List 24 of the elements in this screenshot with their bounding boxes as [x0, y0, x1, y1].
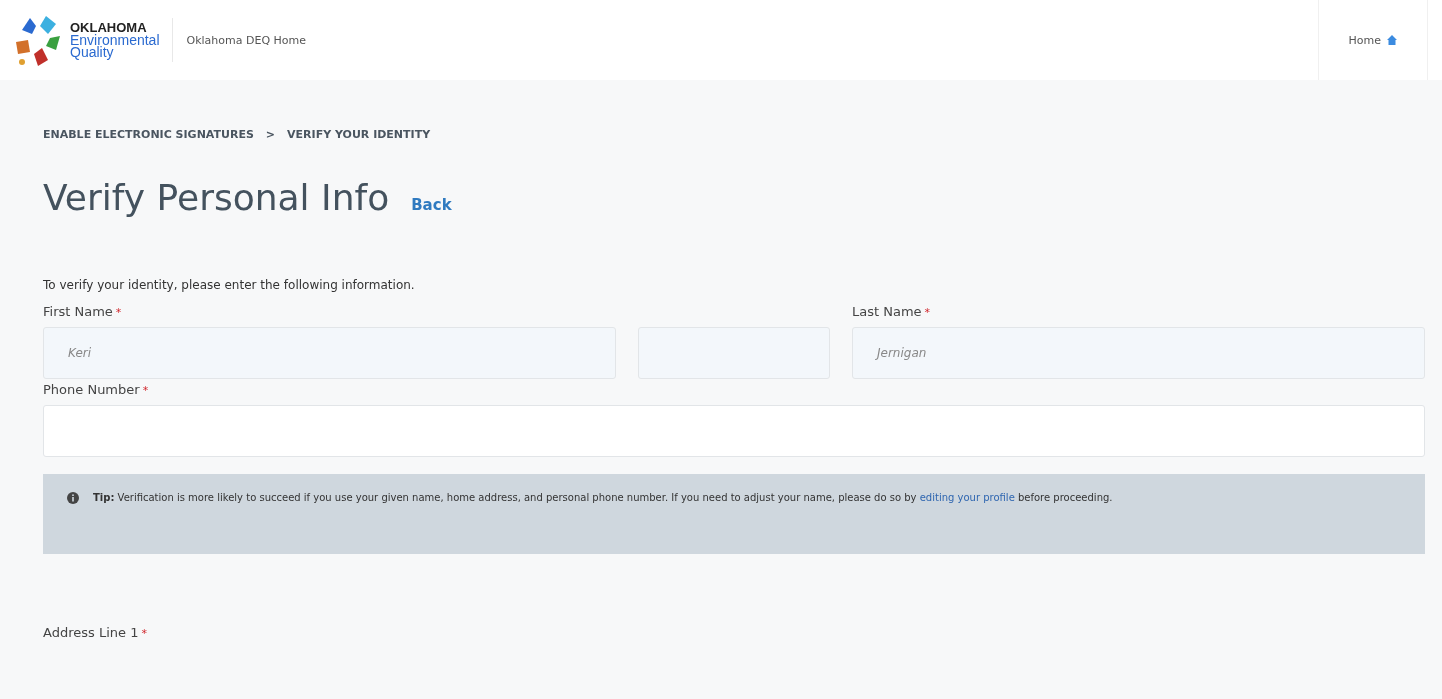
logo-text: Environmental	[70, 34, 160, 46]
field-label: Last Name	[852, 304, 922, 319]
info-icon	[67, 492, 79, 504]
edit-profile-link[interactable]: editing your profile	[919, 492, 1015, 503]
logo-text: OKLAHOMA	[70, 22, 147, 34]
breadcrumb-item[interactable]: ENABLE ELECTRONIC SIGNATURES	[43, 128, 254, 141]
field-label: Address Line 1	[43, 625, 139, 640]
home-icon	[1387, 35, 1397, 45]
breadcrumb-separator: >	[265, 128, 276, 141]
back-link[interactable]: Back	[411, 196, 452, 214]
field-label: First Name	[43, 304, 113, 319]
logo-text: Quality	[70, 46, 114, 58]
phone-field[interactable]	[43, 405, 1425, 457]
breadcrumb-item[interactable]: VERIFY YOUR IDENTITY	[287, 128, 431, 141]
site-home-link[interactable]: Oklahoma DEQ Home	[186, 33, 307, 47]
intro-text: To verify your identity, please enter the following information.	[43, 278, 416, 292]
required-mark: *	[115, 306, 122, 319]
required-mark: *	[141, 627, 147, 640]
page-title: Verify Personal Info	[43, 177, 390, 218]
required-mark: *	[924, 306, 931, 319]
field-label: Phone Number	[43, 382, 140, 397]
required-mark: *	[142, 384, 149, 397]
tip-text: Tip: Verification is more likely to succeed if you use your given name, home address, and personal phone number. If you need to adjust your name, please do so by editing your profile before proceeding.	[93, 491, 1113, 505]
home-link[interactable]: Home	[1317, 0, 1428, 80]
